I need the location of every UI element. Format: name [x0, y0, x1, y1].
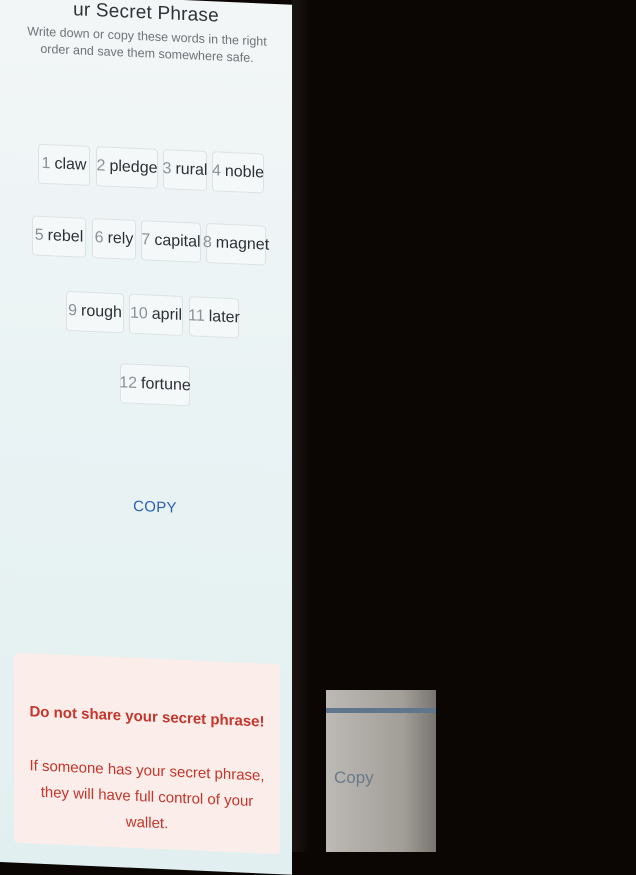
word-number: 2 — [96, 157, 106, 175]
copy-button[interactable]: COPY — [110, 497, 200, 518]
word-text: noble — [224, 162, 265, 182]
word-number: 11 — [188, 307, 205, 325]
phrase-word-chip: 7 capital — [141, 220, 201, 263]
word-text: rough — [81, 302, 122, 322]
word-text: april — [151, 305, 183, 324]
phrase-word-chip: 9 rough — [66, 290, 124, 334]
phone-screen: ur Secret Phrase Write down or copy thes… — [0, 0, 292, 875]
phrase-word-chip: 6 rely — [92, 218, 136, 260]
word-text: magnet — [215, 234, 270, 254]
word-number: 5 — [34, 226, 44, 244]
word-text: pledge — [109, 157, 158, 177]
word-number: 8 — [202, 233, 212, 252]
word-number: 9 — [68, 301, 77, 320]
word-text: rebel — [47, 227, 84, 246]
phrase-word-chip: 3 rural — [162, 149, 208, 192]
phrase-word-chip: 8 magnet — [202, 222, 270, 266]
instructions-text: Write down or copy these words in the ri… — [27, 24, 267, 66]
word-text: fortune — [141, 375, 191, 395]
warning-title: Do not share your secret phrase! — [29, 703, 265, 731]
background-screen-bar — [326, 708, 436, 713]
phrase-word-chip: 5 rebel — [32, 215, 86, 258]
phrase-word-chip: 11 later — [188, 296, 240, 339]
word-text: later — [208, 308, 240, 327]
background-copy-label: Copy — [334, 768, 374, 787]
phrase-word-chip: 12 fortune — [119, 363, 191, 407]
word-number: 3 — [162, 160, 172, 178]
word-text: rural — [175, 160, 208, 180]
word-text: claw — [54, 155, 87, 174]
word-text: rely — [107, 229, 134, 248]
word-number: 6 — [94, 229, 104, 247]
warning-text: If someone has your secret phrase, they … — [29, 757, 265, 833]
word-number: 7 — [141, 231, 151, 249]
word-text: capital — [154, 231, 201, 251]
word-number: 4 — [211, 162, 221, 180]
word-number: 12 — [119, 374, 137, 392]
word-number: 10 — [129, 304, 148, 323]
phrase-word-chip: 1 claw — [38, 143, 90, 186]
word-number: 1 — [41, 154, 51, 173]
phrase-word-chip: 4 noble — [211, 151, 265, 194]
phrase-word-chip: 10 april — [129, 293, 183, 336]
background-screen: Copy — [326, 690, 436, 852]
phrase-word-chip: 2 pledge — [96, 146, 158, 189]
device-bezel — [292, 0, 308, 852]
warning-panel: Do not share your secret phrase! If some… — [14, 652, 280, 855]
